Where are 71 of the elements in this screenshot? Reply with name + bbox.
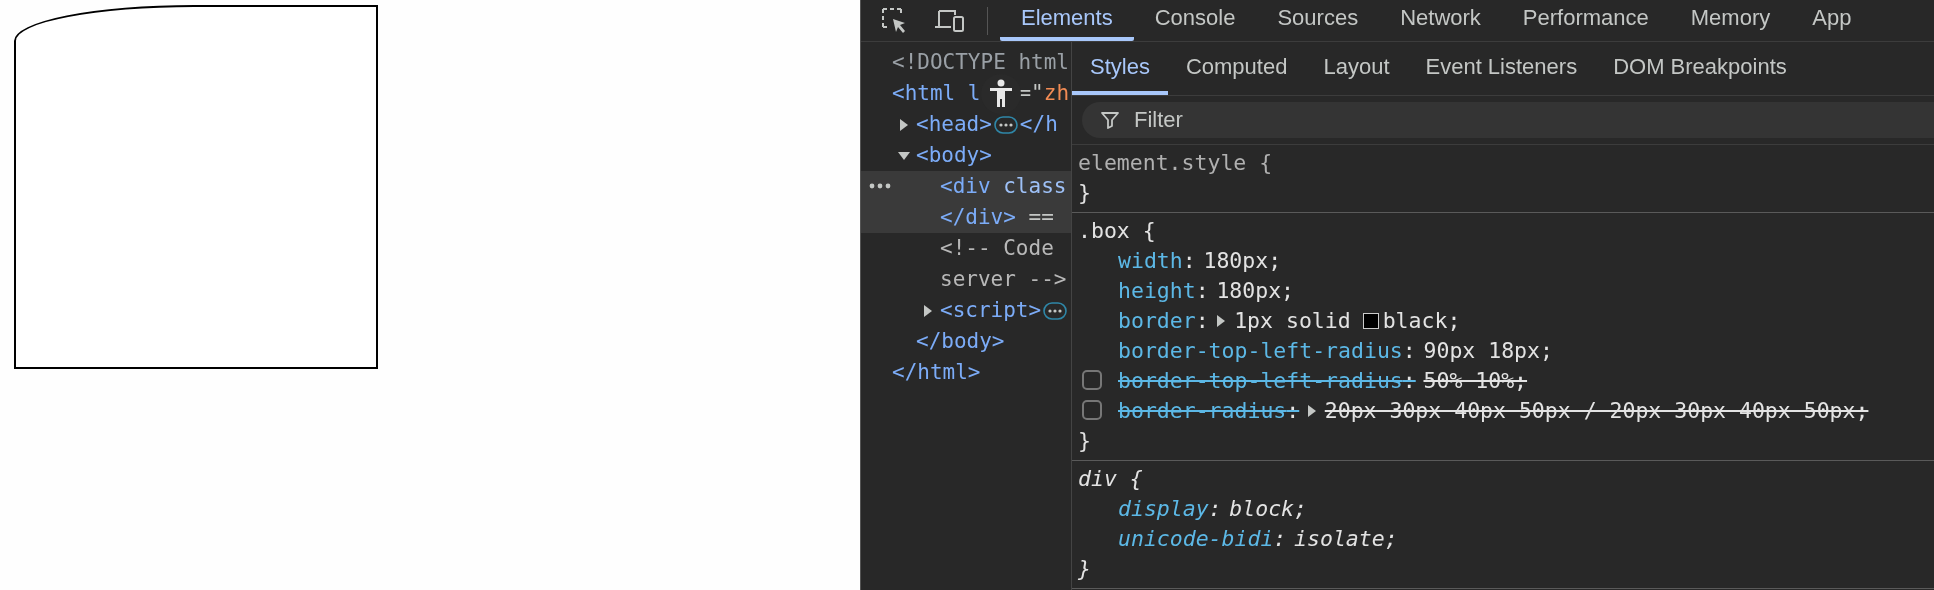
node-row[interactable]: <script> — [861, 295, 1071, 326]
markup-text: <!-- Code — [940, 235, 1054, 262]
filter-icon — [1100, 110, 1120, 130]
panel-tab[interactable]: Performance — [1501, 0, 1670, 41]
node-row[interactable]: <head> </h — [861, 109, 1071, 140]
property-value: isolate; — [1294, 525, 1398, 553]
closing-brace: } — [1078, 555, 1091, 583]
markup-text: <script> — [940, 297, 1042, 324]
panel-tab[interactable]: Elements — [1000, 0, 1134, 41]
node-row[interactable]: <!DOCTYPE html — [861, 47, 1071, 78]
property-name: border-top-left-radius: — [1118, 337, 1417, 365]
sidebar-tab[interactable]: DOM Breakpoints — [1595, 42, 1805, 95]
rule-selector: .box { — [1078, 217, 1156, 245]
expand-arrow-icon[interactable] — [923, 303, 933, 318]
panel-tab[interactable]: Console — [1133, 0, 1257, 41]
more-icon[interactable] — [869, 183, 891, 189]
markup-text: <div — [940, 173, 991, 200]
expand-arrow-icon[interactable] — [1307, 404, 1317, 418]
rule-selector: div { — [1078, 465, 1143, 493]
panel-tab[interactable]: Sources — [1256, 0, 1380, 41]
color-swatch[interactable] — [1362, 313, 1379, 329]
ellipsis-badge-icon[interactable] — [1043, 301, 1068, 320]
node-row[interactable]: <div class — [861, 171, 1071, 202]
markup-text: <!DOCTYPE html — [892, 49, 1069, 76]
property-name: border: — [1118, 307, 1210, 335]
property-value: 1px solid — [1234, 307, 1351, 335]
property-name: height: — [1118, 277, 1210, 305]
node-row[interactable]: <!-- Code — [861, 233, 1071, 264]
markup-text: </body> — [916, 328, 1005, 355]
expand-arrow-icon[interactable] — [899, 117, 909, 132]
collapse-arrow-icon[interactable] — [897, 150, 911, 161]
panel-tab[interactable]: App — [1791, 0, 1873, 41]
checkbox[interactable] — [1082, 370, 1102, 390]
sidebar-tab[interactable]: Computed — [1167, 42, 1306, 95]
markup-text: class — [1002, 173, 1067, 200]
markup-text: =" — [1018, 80, 1044, 107]
panel-tab[interactable]: Network — [1379, 0, 1502, 41]
property-name: display: — [1118, 495, 1223, 523]
property-value: 180px; — [1216, 277, 1295, 305]
markup-text: server --> — [940, 266, 1067, 293]
node-row[interactable]: <html l ="zh — [861, 78, 1071, 109]
property-value: 180px; — [1203, 247, 1282, 275]
markup-text: <head> — [916, 111, 992, 138]
sidebar-tab[interactable]: Layout — [1305, 42, 1408, 95]
sidebar-tab[interactable]: Styles — [1072, 42, 1168, 95]
markup-text: zh — [1043, 80, 1070, 107]
filter-field[interactable]: Filter — [1082, 102, 1934, 138]
property-value: block; — [1229, 495, 1307, 523]
property-value: black; — [1382, 307, 1461, 335]
property-value: 20px 30px 40px 50px / 20px 30px 40px 50px; — [1324, 397, 1869, 425]
property-value: 90px 18px; — [1423, 337, 1553, 365]
markup-text: </h — [1019, 111, 1058, 138]
expand-arrow-icon[interactable] — [1216, 314, 1227, 328]
markup-text: == — [1027, 204, 1054, 231]
property-name: border-radius: — [1118, 397, 1301, 425]
markup-text: <html l — [892, 80, 981, 107]
sidebar-tab[interactable]: Event Listeners — [1407, 42, 1596, 95]
ellipsis-badge-icon[interactable] — [993, 115, 1018, 134]
rule-selector: element.style { — [1078, 149, 1273, 177]
markup-text: </html> — [892, 359, 981, 386]
markup-text: <body> — [916, 142, 992, 169]
markup-text: </div> — [940, 204, 1016, 231]
property-name: width: — [1118, 247, 1197, 275]
closing-brace: } — [1078, 427, 1091, 455]
property-value: 50% 10%; — [1423, 367, 1528, 395]
property-name: unicode-bidi: — [1118, 525, 1288, 553]
closing-brace: } — [1078, 179, 1091, 207]
property-name: border-top-left-radius: — [1118, 367, 1417, 395]
checkbox[interactable] — [1082, 400, 1102, 420]
panel-tab[interactable]: Memory — [1669, 0, 1792, 41]
node-row[interactable]: <body> — [861, 140, 1071, 171]
